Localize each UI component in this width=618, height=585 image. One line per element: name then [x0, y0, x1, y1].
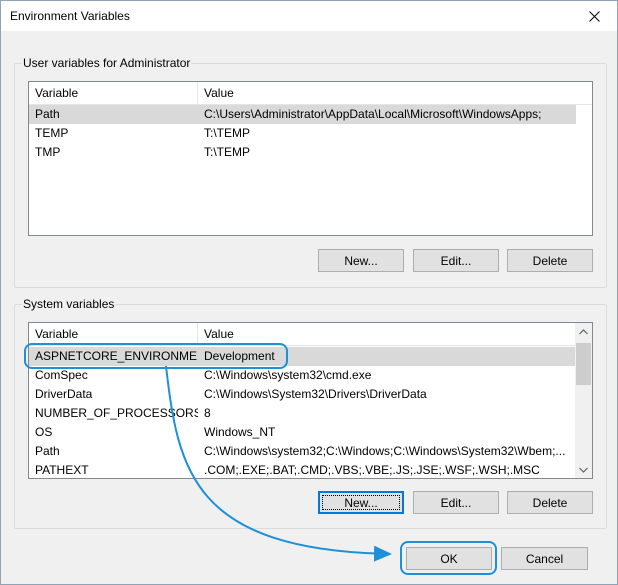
variable-value: C:\Users\Administrator\AppData\Local\Mic… [204, 107, 542, 121]
scroll-up-button[interactable] [575, 323, 592, 340]
user-new-button[interactable]: New... [318, 249, 404, 272]
list-item[interactable]: Path C:\Users\Administrator\AppData\Loca… [29, 105, 576, 124]
variable-value: 8 [204, 406, 211, 420]
scroll-down-icon [579, 467, 588, 473]
ok-label: OK [440, 551, 458, 566]
list-item[interactable]: ComSpec C:\Windows\system32\cmd.exe [29, 366, 575, 385]
list-item[interactable]: ASPNETCORE_ENVIRONMENT Development [29, 347, 575, 366]
system-edit-button[interactable]: Edit... [413, 491, 499, 514]
title-bar: Environment Variables [1, 1, 617, 31]
system-delete-label: Delete [532, 495, 568, 510]
system-variables-list[interactable]: Variable Value ASPNETCORE_ENVIRONMENT De… [28, 322, 593, 479]
variable-value: .COM;.EXE;.BAT;.CMD;.VBS;.VBE;.JS;.JSE;.… [204, 463, 540, 477]
close-button[interactable] [571, 1, 617, 31]
window-title: Environment Variables [10, 9, 130, 23]
system-edit-label: Edit... [440, 495, 472, 510]
list-item[interactable]: PATHEXT .COM;.EXE;.BAT;.CMD;.VBS;.VBE;.J… [29, 461, 575, 478]
ok-button[interactable]: OK [406, 547, 492, 570]
variable-value: Windows_NT [204, 425, 276, 439]
column-header-variable[interactable]: Variable [29, 82, 198, 104]
user-list-header: Variable Value [29, 82, 592, 105]
list-item[interactable]: TEMP T:\TEMP [29, 124, 576, 143]
system-list-header: Variable Value [29, 323, 575, 346]
variable-value: T:\TEMP [204, 145, 251, 159]
user-edit-label: Edit... [440, 253, 472, 268]
list-item[interactable]: OS Windows_NT [29, 423, 575, 442]
column-header-value[interactable]: Value [198, 323, 575, 345]
scroll-thumb[interactable] [576, 343, 591, 385]
variable-value: T:\TEMP [204, 126, 251, 140]
user-variables-list[interactable]: Variable Value Path C:\Users\Administrat… [28, 81, 593, 236]
column-header-value[interactable]: Value [198, 82, 592, 104]
cancel-label: Cancel [525, 551, 564, 566]
variable-value: C:\Windows\system32\cmd.exe [204, 368, 372, 382]
close-icon [588, 10, 600, 22]
system-variables-label: System variables [22, 297, 116, 311]
variable-name: ComSpec [35, 368, 88, 382]
list-item[interactable]: DriverData C:\Windows\System32\Drivers\D… [29, 385, 575, 404]
user-delete-button[interactable]: Delete [507, 249, 593, 272]
system-variables-group: System variables Variable Value ASPNETCO… [14, 297, 607, 529]
user-edit-button[interactable]: Edit... [413, 249, 499, 272]
variable-value: C:\Windows\System32\Drivers\DriverData [204, 387, 427, 401]
column-header-variable[interactable]: Variable [29, 323, 198, 345]
scroll-up-icon [579, 328, 588, 334]
vertical-scrollbar[interactable] [575, 323, 592, 478]
system-delete-button[interactable]: Delete [507, 491, 593, 514]
list-item[interactable]: Path C:\Windows\system32;C:\Windows;C:\W… [29, 442, 575, 461]
variable-name: ASPNETCORE_ENVIRONMENT [35, 349, 198, 363]
list-item[interactable]: TMP T:\TEMP [29, 143, 576, 162]
user-variables-group: User variables for Administrator Variabl… [14, 56, 607, 288]
variable-name: TEMP [35, 126, 69, 140]
user-delete-label: Delete [532, 253, 568, 268]
variable-name: Path [35, 444, 60, 458]
scroll-down-button[interactable] [575, 461, 592, 478]
user-variables-label: User variables for Administrator [22, 56, 192, 70]
variable-value: Development [204, 349, 275, 363]
system-new-button[interactable]: New... [318, 491, 404, 514]
variable-value: C:\Windows\system32;C:\Windows;C:\Window… [204, 444, 566, 458]
user-new-label: New... [344, 253, 378, 268]
variable-name: NUMBER_OF_PROCESSORS [35, 406, 198, 420]
variable-name: OS [35, 425, 53, 439]
variable-name: DriverData [35, 387, 93, 401]
cancel-button[interactable]: Cancel [501, 547, 588, 570]
list-item[interactable]: NUMBER_OF_PROCESSORS 8 [29, 404, 575, 423]
variable-name: PATHEXT [35, 463, 89, 477]
variable-name: Path [35, 107, 60, 121]
environment-variables-dialog: Environment Variables User variables for… [0, 0, 618, 585]
system-new-label: New... [344, 495, 378, 510]
variable-name: TMP [35, 145, 61, 159]
